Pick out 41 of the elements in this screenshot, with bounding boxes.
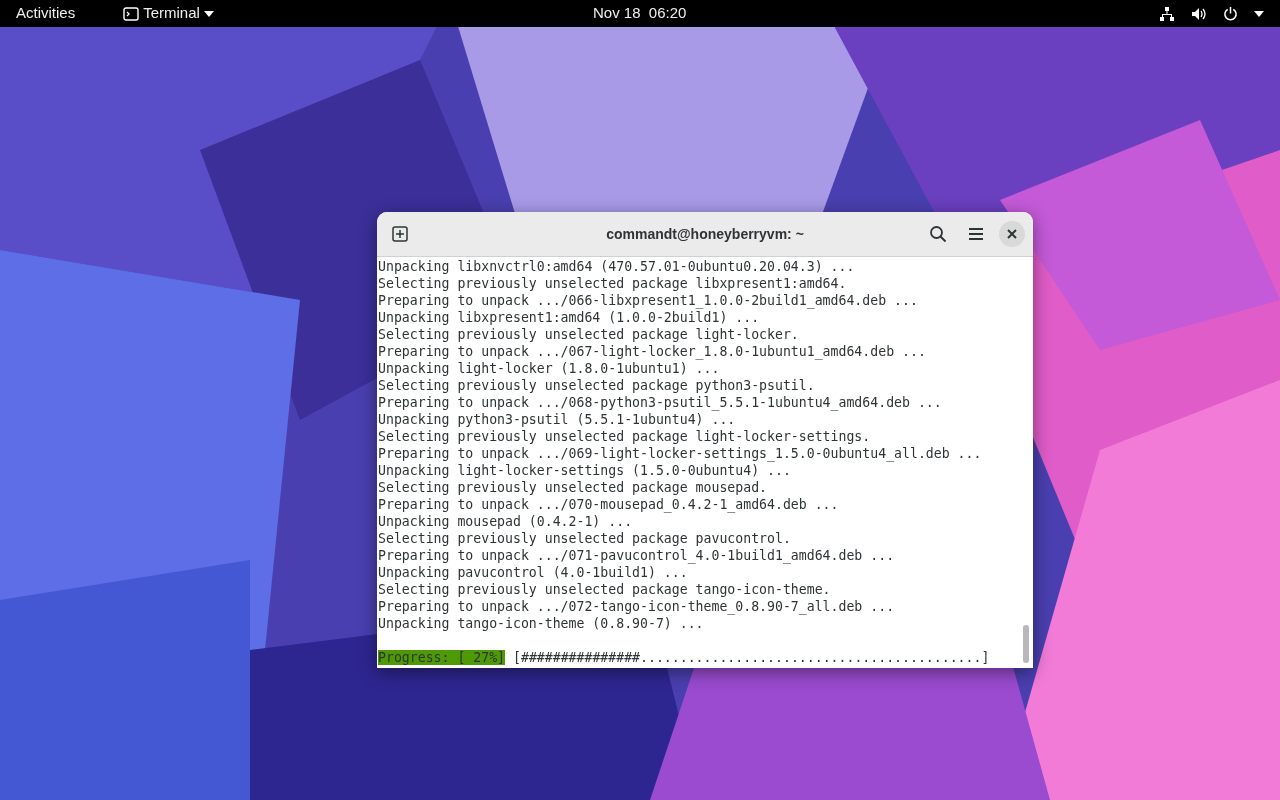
terminal-line: Unpacking tango-icon-theme (0.8.90-7) ... bbox=[378, 616, 704, 631]
terminal-line: Selecting previously unselected package light-locker. bbox=[378, 327, 799, 342]
scrollbar[interactable] bbox=[1023, 625, 1029, 663]
terminal-line: Unpacking mousepad (0.4.2-1) ... bbox=[378, 514, 633, 529]
new-tab-icon bbox=[392, 226, 408, 242]
terminal-line: Selecting previously unselected package python3-psutil. bbox=[378, 378, 815, 393]
terminal-line: Preparing to unpack .../069-light-locker-settings_1.5.0-0ubuntu4_all.deb ... bbox=[378, 446, 982, 461]
power-icon bbox=[1223, 6, 1238, 21]
terminal-line: Unpacking libxpresent1:amd64 (1.0.0-2build1) ... bbox=[378, 310, 760, 325]
terminal-line: Selecting previously unselected package mousepad. bbox=[378, 480, 768, 495]
terminal-line: Preparing to unpack .../072-tango-icon-theme_0.8.90-7_all.deb ... bbox=[378, 599, 895, 614]
progress-label: Progress: [ 27%] bbox=[378, 650, 506, 665]
window-title: commandt@honeyberryvm: ~ bbox=[605, 224, 805, 244]
terminal-line: Preparing to unpack .../068-python3-psutil_5.5.1-1ubuntu4_amd64.deb ... bbox=[378, 395, 942, 410]
terminal-line: Selecting previously unselected package light-locker-settings. bbox=[378, 429, 871, 444]
progress-bar-text: [###############...........................................] bbox=[513, 650, 990, 665]
terminal-line: Selecting previously unselected package pavucontrol. bbox=[378, 531, 791, 546]
terminal-line: Preparing to unpack .../070-mousepad_0.4.2-1_amd64.deb ... bbox=[378, 497, 839, 512]
activities-button[interactable]: Activities bbox=[16, 2, 76, 25]
terminal-icon bbox=[123, 6, 140, 21]
terminal-line: Unpacking pavucontrol (4.0-1build1) ... bbox=[378, 565, 688, 580]
terminal-line: Unpacking libxnvctrl0:amd64 (470.57.01-0ubuntu0.20.04.3) ... bbox=[378, 259, 855, 274]
search-icon bbox=[929, 225, 947, 243]
network-icon bbox=[1159, 5, 1175, 22]
terminal-line: Selecting previously unselected package tango-icon-theme. bbox=[378, 582, 831, 597]
volume-icon bbox=[1191, 6, 1207, 21]
close-icon bbox=[1007, 229, 1017, 239]
system-menu[interactable] bbox=[1159, 5, 1264, 22]
terminal-line: Unpacking python3-psutil (5.5.1-1ubuntu4) ... bbox=[378, 412, 736, 427]
terminal-line: Unpacking light-locker-settings (1.5.0-0ubuntu4) ... bbox=[378, 463, 791, 478]
clock[interactable]: Nov 18 06:20 bbox=[593, 2, 687, 25]
menu-icon bbox=[968, 227, 984, 241]
app-menu[interactable]: Terminal bbox=[123, 2, 214, 25]
terminal-line: Unpacking light-locker (1.8.0-1ubuntu1) ... bbox=[378, 361, 720, 376]
caret-icon bbox=[203, 10, 214, 17]
terminal-line: Preparing to unpack .../071-pavucontrol_4.0-1build1_amd64.deb ... bbox=[378, 548, 895, 563]
terminal-line: Preparing to unpack .../066-libxpresent1_1.0.0-2build1_amd64.deb ... bbox=[378, 293, 918, 308]
terminal-line: Preparing to unpack .../067-light-locker_1.8.0-1ubuntu1_amd64.deb ... bbox=[378, 344, 926, 359]
caret-icon bbox=[1254, 10, 1264, 17]
close-button[interactable] bbox=[999, 221, 1025, 247]
terminal-line: Selecting previously unselected package libxpresent1:amd64. bbox=[378, 276, 847, 291]
